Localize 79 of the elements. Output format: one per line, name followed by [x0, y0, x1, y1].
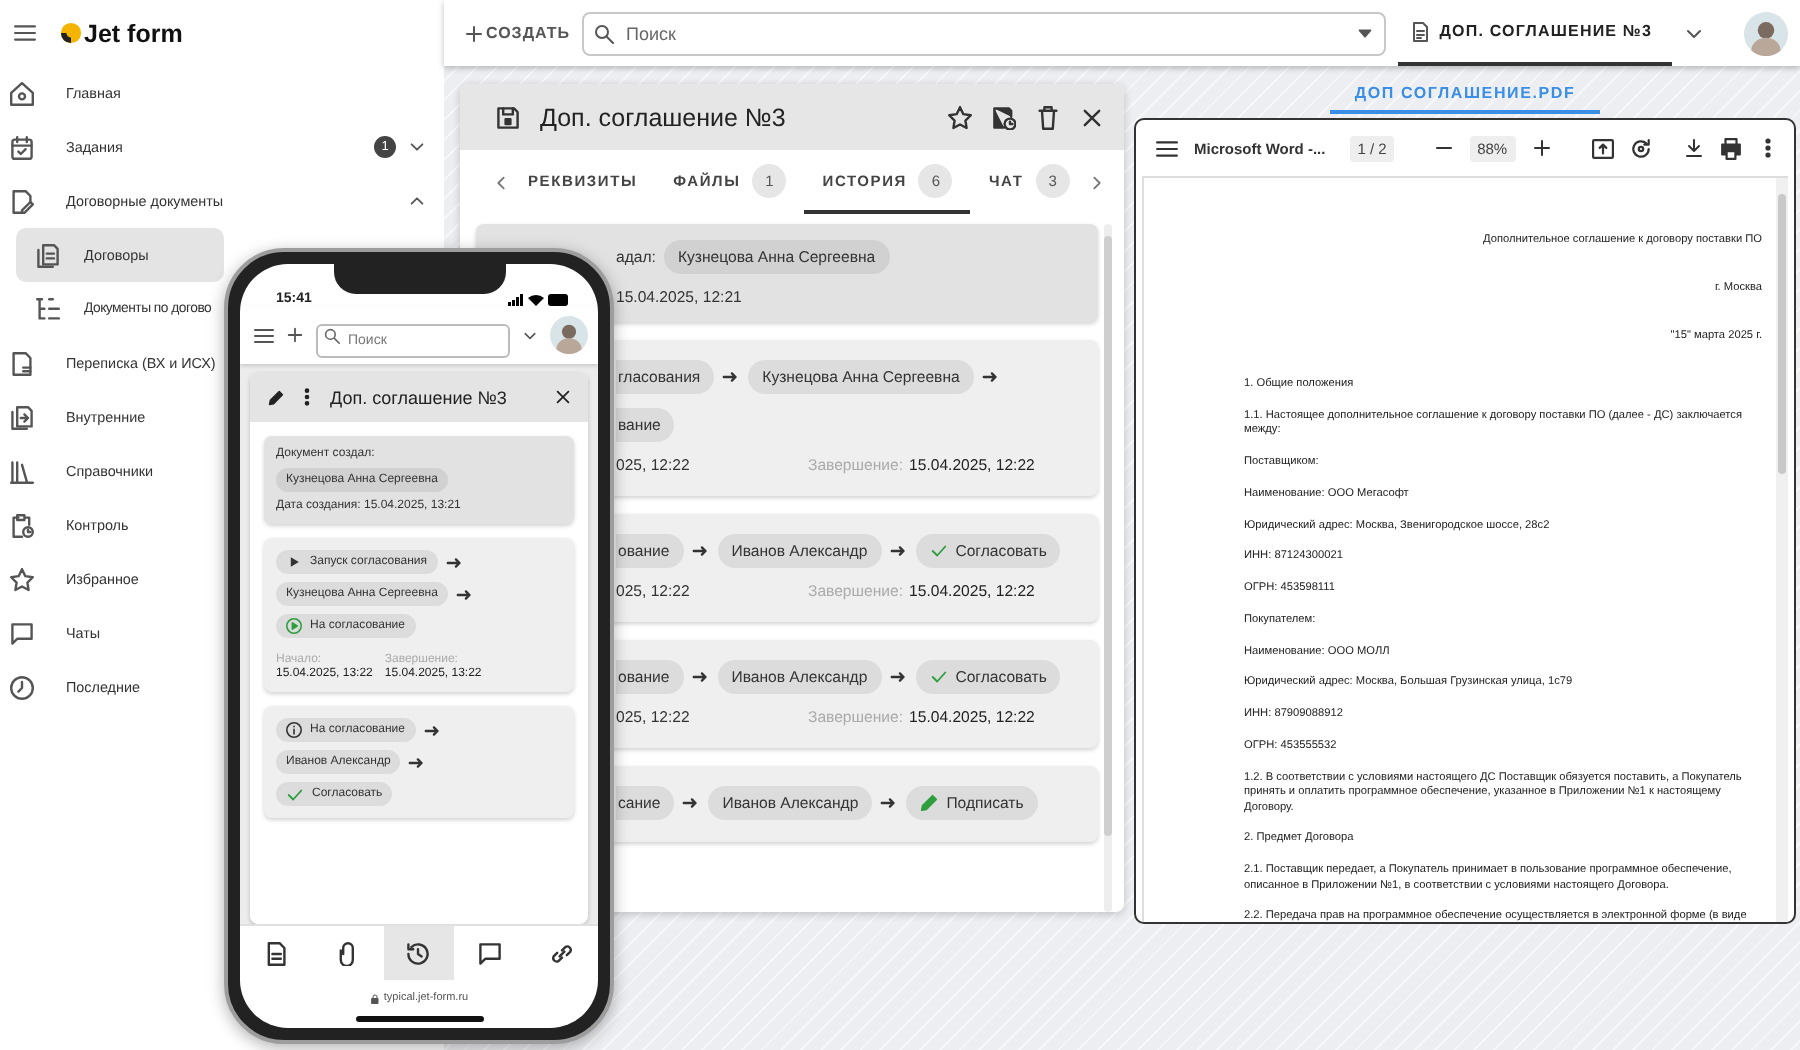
print-icon[interactable] [1720, 137, 1742, 159]
search-icon [594, 23, 615, 43]
caret-icon[interactable] [1355, 24, 1374, 42]
tree-icon [36, 297, 60, 321]
panel-title: Доп. соглашение №3 [330, 387, 509, 407]
zoom-in-icon[interactable] [1531, 138, 1552, 158]
search-icon [324, 327, 340, 343]
document-tab[interactable]: ДОП. СОГЛАШЕНИЕ №3 [1397, 0, 1672, 66]
wifi-icon [528, 294, 544, 306]
battery-icon [548, 294, 570, 306]
star-icon [10, 567, 34, 591]
caret-icon[interactable] [522, 327, 538, 343]
menu-icon[interactable] [254, 325, 274, 345]
info-icon [286, 722, 302, 738]
rotate-icon[interactable] [1630, 137, 1652, 159]
caret-icon[interactable] [408, 192, 426, 210]
clipboard-icon [10, 513, 34, 537]
star-icon[interactable] [948, 105, 972, 129]
arrow-icon [722, 368, 741, 386]
search-field[interactable]: Поиск [582, 11, 1386, 55]
panel-title: Доп. соглашение №3 [540, 103, 788, 131]
chat-icon [478, 941, 503, 965]
arrow-icon [423, 721, 441, 739]
signal-icon [508, 294, 524, 306]
menu-icon[interactable] [1156, 137, 1178, 159]
arrow-icon [682, 794, 701, 812]
download-icon[interactable] [1684, 138, 1704, 158]
link-icon [550, 941, 575, 965]
home-icon [10, 81, 34, 105]
pencil-icon[interactable] [268, 389, 284, 405]
chevron-left-icon[interactable] [492, 173, 510, 191]
plus-icon [464, 23, 484, 43]
check-icon [286, 785, 304, 803]
fit-page-icon[interactable] [1592, 137, 1614, 159]
caret-icon[interactable] [408, 138, 426, 156]
clock-icon [10, 675, 34, 699]
scrollbar[interactable] [1104, 224, 1112, 912]
play-circle-icon [286, 618, 302, 634]
calendar-icon [10, 135, 34, 159]
arrow-icon [455, 585, 474, 603]
document-icon [10, 405, 34, 429]
books-icon [10, 459, 34, 483]
scrollbar[interactable] [1776, 178, 1788, 922]
pencil-icon [920, 794, 939, 812]
document-icon [263, 941, 288, 965]
brand-name: Jet form [84, 19, 183, 47]
close-icon[interactable] [554, 388, 572, 406]
document-icon [10, 189, 34, 213]
arrow-icon [880, 794, 899, 812]
lock-icon [369, 993, 380, 1003]
avatar[interactable] [550, 316, 588, 354]
save-clock-icon[interactable] [992, 105, 1016, 129]
plus-icon[interactable] [286, 326, 304, 344]
create-button[interactable]: СОЗДАТЬ [464, 13, 571, 53]
chat-icon [10, 621, 34, 645]
trash-icon[interactable] [1036, 105, 1060, 129]
menu-icon[interactable] [14, 22, 36, 44]
avatar[interactable] [1744, 11, 1788, 55]
paperclip-icon [335, 941, 360, 965]
history-icon [406, 941, 431, 965]
close-icon[interactable] [1080, 105, 1104, 129]
document-icon [1409, 21, 1430, 41]
save-icon [496, 105, 520, 129]
arrow-icon [408, 753, 427, 771]
home-indicator [355, 1016, 483, 1022]
arrow-icon [889, 542, 908, 560]
check-icon [929, 668, 948, 686]
nav-tab[interactable] [383, 926, 455, 980]
arrow-icon [889, 668, 908, 686]
documents-icon [36, 243, 60, 267]
arrow-icon [691, 668, 710, 686]
check-icon [929, 542, 948, 560]
arrow-icon [445, 553, 464, 571]
arrow-icon [981, 368, 1000, 386]
chevron-right-icon[interactable] [1087, 173, 1106, 191]
play-icon [286, 554, 302, 570]
arrow-icon [691, 542, 710, 560]
document-icon [10, 351, 34, 375]
logo-icon [60, 22, 82, 44]
